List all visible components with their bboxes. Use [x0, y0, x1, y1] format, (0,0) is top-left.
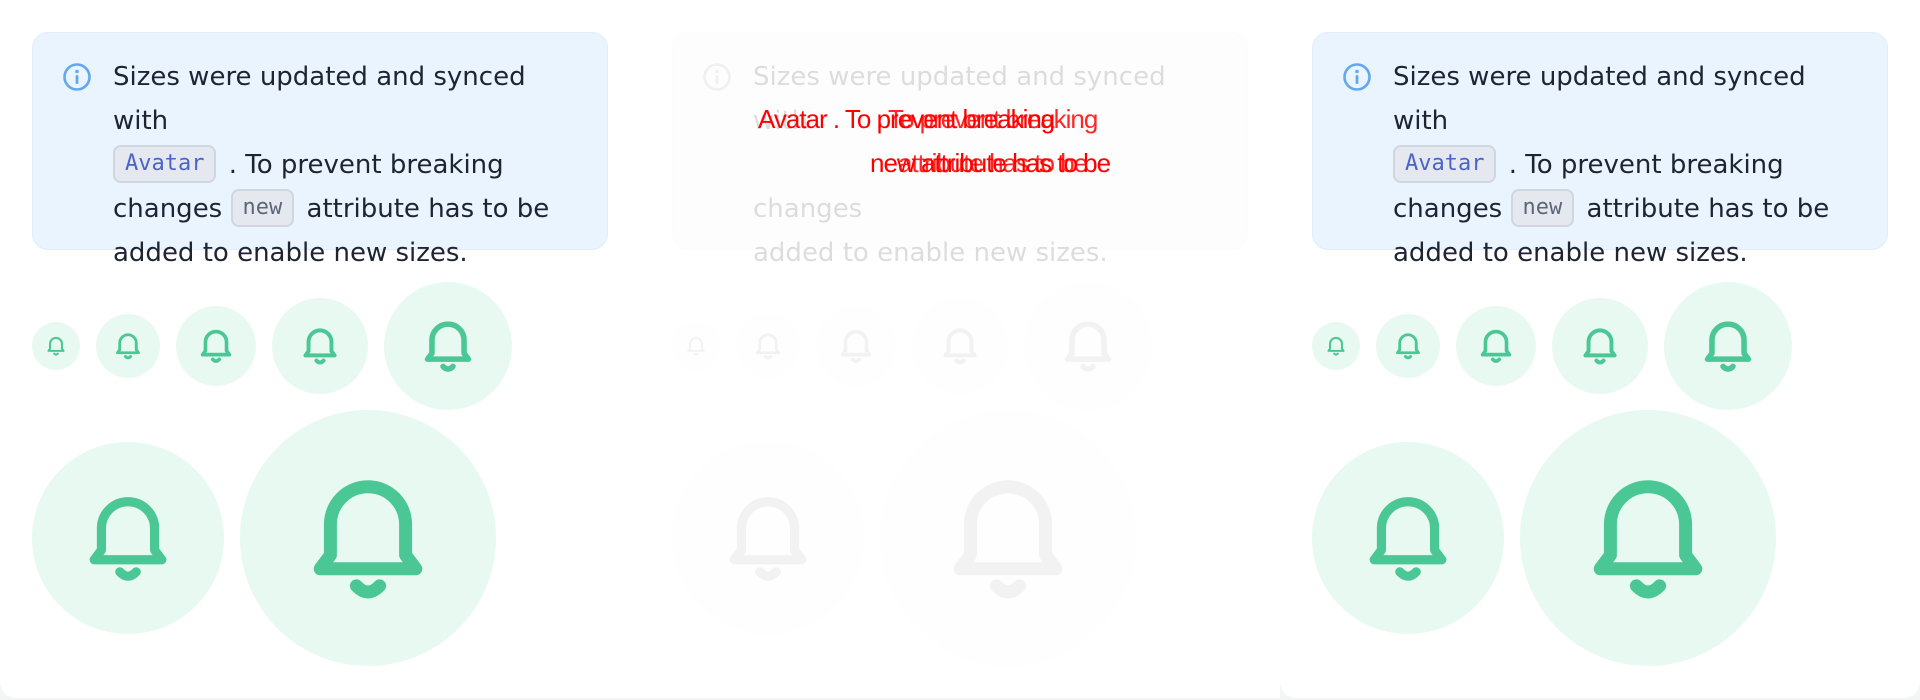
alert-message: Sizes were updated and synced with Avata… [113, 55, 583, 275]
info-icon [63, 63, 91, 91]
bell-icon [200, 329, 232, 363]
alert-line1: Sizes were updated and synced with [113, 62, 526, 136]
avatar-xl [672, 442, 864, 634]
alert-line1: Sizes were updated and synced with [1393, 62, 1806, 136]
avatar-md [272, 298, 368, 394]
alert-line4: added to enable new sizes. [113, 238, 468, 268]
alert-line4: added to enable new sizes. [753, 238, 1108, 268]
bell-icon [943, 328, 977, 365]
avatar-xxs [1312, 322, 1360, 370]
info-icon [703, 63, 731, 91]
alert-line2: . To prevent breaking [228, 150, 504, 180]
avatar-code-tag: Avatar [1393, 144, 1497, 183]
bell-icon [1704, 321, 1752, 372]
avatar-sm [1456, 306, 1536, 386]
bell-icon [303, 328, 337, 365]
avatar-xs [736, 314, 800, 378]
panel-light-right: Sizes were updated and synced with Avata… [1280, 0, 1920, 698]
avatar-xxs [32, 322, 80, 370]
stage: Sizes were updated and synced with Avata… [0, 0, 1920, 700]
bell-icon [840, 329, 872, 363]
info-alert: Sizes were updated and synced with Avata… [32, 32, 608, 268]
avatar-md [1552, 298, 1648, 394]
avatar-lg [384, 282, 512, 410]
avatar-xs [96, 314, 160, 378]
bell-icon [1369, 497, 1447, 581]
avatar-sm [816, 306, 896, 386]
avatar-sm [176, 306, 256, 386]
avatar-xl [32, 442, 224, 634]
avatar-xxl [880, 410, 1136, 666]
bell-icon [116, 333, 140, 360]
bell-icon [756, 333, 780, 360]
avatar-xl [1312, 442, 1504, 634]
avatar-md [912, 298, 1008, 394]
new-code-tag: new [1510, 188, 1575, 227]
bell-icon [1327, 336, 1345, 356]
avatar-lg [1024, 282, 1152, 410]
bell-icon [1396, 333, 1420, 360]
bell-icon [424, 321, 472, 372]
avatar-lg [1664, 282, 1792, 410]
alert-line4: added to enable new sizes. [1393, 238, 1748, 268]
info-alert: Sizes were updated and synced with . To … [672, 32, 1248, 268]
glitch-text-line2: Avatar . To prevent breaking . To preven… [758, 104, 1098, 135]
alert-line3-start: changes [753, 194, 863, 224]
bell-icon [313, 480, 423, 599]
bell-icon [1480, 329, 1512, 363]
bell-icon [47, 336, 65, 356]
bell-icon [89, 497, 167, 581]
alert-line3-start: changes [1393, 194, 1503, 224]
bell-icon [953, 480, 1063, 599]
avatar-xxl [240, 410, 496, 666]
panel-light: Sizes were updated and synced with Avata… [0, 0, 640, 698]
bell-icon [1593, 480, 1703, 599]
glitch-ghost-2: attribute has to be [898, 148, 1088, 178]
avatar-xxs [672, 322, 720, 370]
bell-icon [1583, 328, 1617, 365]
glitch-ghost: . To prevent breaking [876, 104, 1098, 134]
alert-line2: . To prevent breaking [1508, 150, 1784, 180]
alert-message: Sizes were updated and synced with Avata… [1393, 55, 1863, 275]
info-alert: Sizes were updated and synced with Avata… [1312, 32, 1888, 268]
alert-line3-start: changes [113, 194, 223, 224]
glitch-avatar: Avatar [758, 104, 828, 134]
glitch-text-line3: new attribute has to be attribute has to… [870, 148, 1111, 179]
panel-faded: Sizes were updated and synced with . To … [640, 0, 1280, 698]
avatar-xxl [1520, 410, 1776, 666]
avatar-code-tag: Avatar [113, 144, 217, 183]
alert-line3-end: attribute has to be [306, 194, 550, 224]
bell-icon [687, 336, 705, 356]
avatar-xs [1376, 314, 1440, 378]
bell-icon [1064, 321, 1112, 372]
alert-line3-end: attribute has to be [1586, 194, 1830, 224]
bell-icon [729, 497, 807, 581]
info-icon [1343, 63, 1371, 91]
new-code-tag: new [230, 188, 295, 227]
